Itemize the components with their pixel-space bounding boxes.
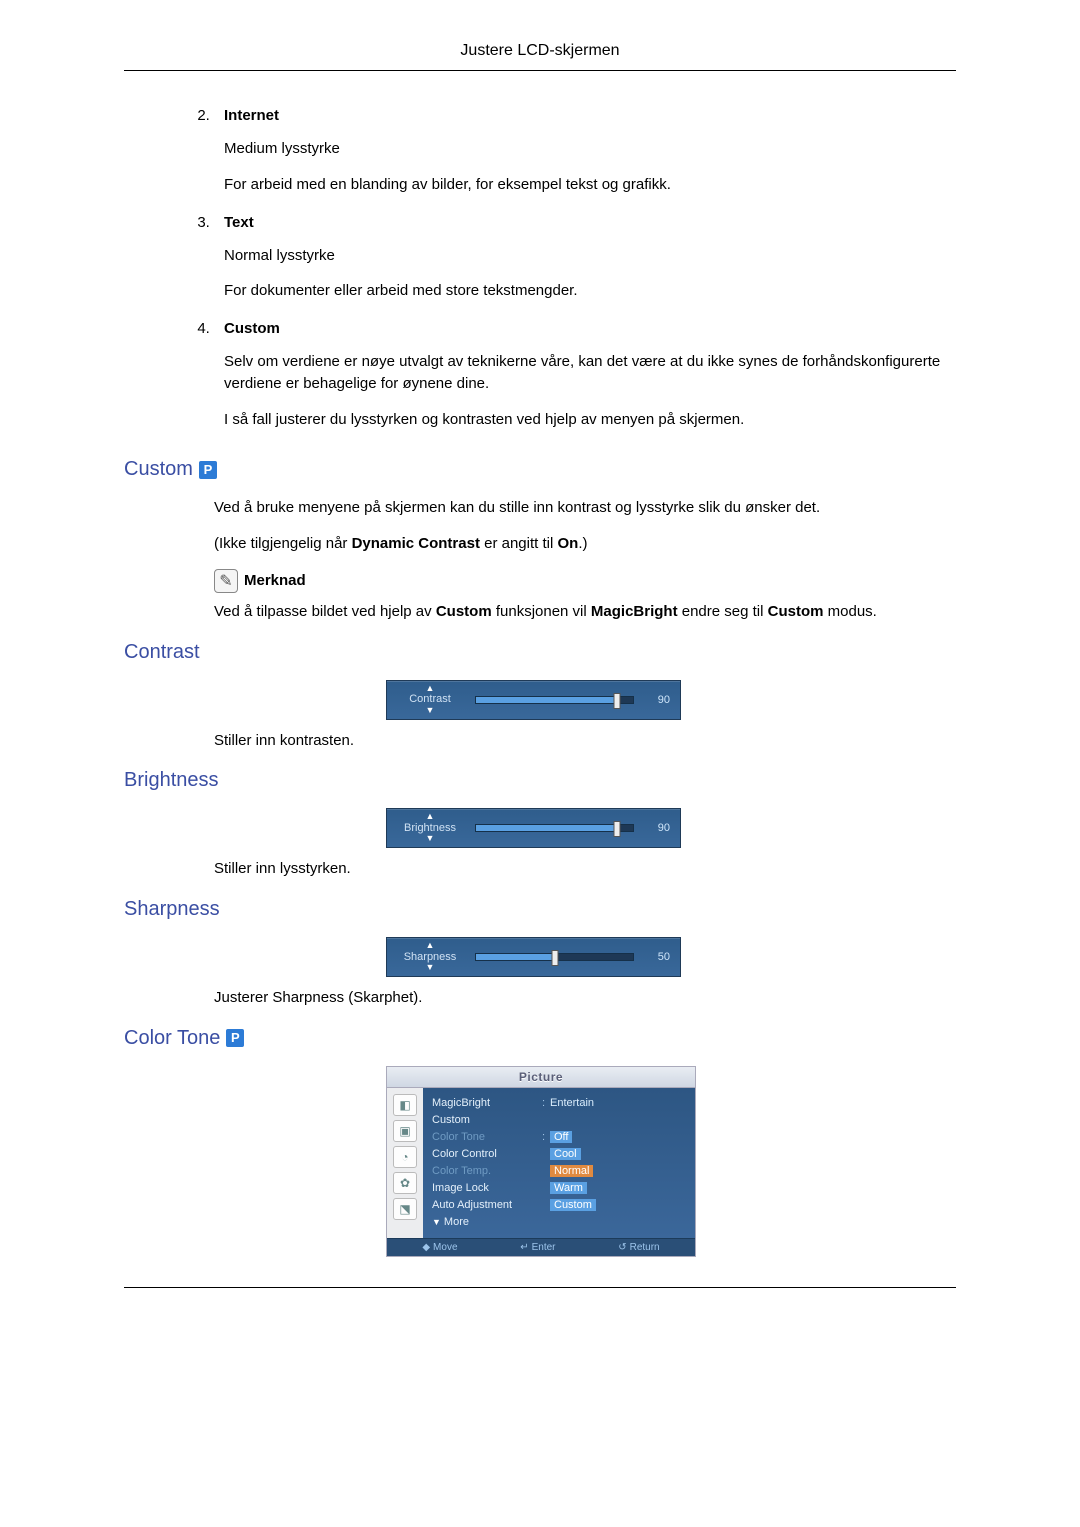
osd-hint-move: ◆ Move: [422, 1242, 457, 1253]
mode-summary: Normal lysstyrke: [224, 245, 956, 267]
up-arrow-icon: ▲: [395, 812, 465, 822]
menu-row-custom[interactable]: Custom: [432, 1112, 686, 1128]
brightness-osd: ▲ Brightness ▼ 90: [386, 808, 681, 848]
sharpness-desc: Justerer Sharpness (Skarphet).: [214, 987, 956, 1009]
p-badge-icon: P: [226, 1029, 244, 1047]
footer-divider: [124, 1287, 956, 1288]
contrast-osd: ▲ Contrast ▼ 90: [386, 680, 681, 720]
page-header: Justere LCD-skjermen: [124, 42, 956, 71]
mode-item-text: Text Normal lysstyrke For dokumenter ell…: [214, 214, 956, 303]
custom-desc-2: (Ikke tilgjengelig når Dynamic Contrast …: [214, 533, 956, 555]
slider-handle[interactable]: [614, 693, 621, 709]
mode-title: Internet: [224, 107, 279, 124]
mode-summary: Selv om verdiene er nøye utvalgt av tekn…: [224, 351, 956, 395]
picture-osd-menu: Picture ◧ ▣ ◔ ✿ ⬔ MagicBright: Entertain…: [386, 1066, 696, 1257]
menu-row-colortemp: Color Temp. Normal: [432, 1163, 686, 1179]
slider-track[interactable]: [475, 696, 634, 704]
note-label: Merknad: [244, 572, 306, 589]
up-arrow-icon: ▲: [395, 684, 465, 694]
mode-item-custom: Custom Selv om verdiene er nøye utvalgt …: [214, 320, 956, 430]
slider-value: 50: [644, 951, 670, 963]
mode-desc: For arbeid med en blanding av bilder, fo…: [224, 174, 956, 196]
down-arrow-icon: ▼: [395, 706, 465, 716]
menu-row-magicbright[interactable]: MagicBright: Entertain: [432, 1095, 686, 1111]
section-title-text: Color Tone: [124, 1027, 220, 1050]
menu-row-colorcontrol[interactable]: Color Control Cool: [432, 1146, 686, 1162]
slider-handle[interactable]: [614, 821, 621, 837]
section-custom-heading: Custom P: [124, 458, 956, 481]
menu-row-more[interactable]: ▼ More: [432, 1214, 686, 1230]
osd-label: ▲ Contrast ▼: [395, 684, 465, 716]
menu-row-colortone[interactable]: Color Tone: Off: [432, 1129, 686, 1145]
slider-value: 90: [644, 822, 670, 834]
mode-item-internet: Internet Medium lysstyrke For arbeid med…: [214, 107, 956, 196]
section-colortone-heading: Color Tone P: [124, 1027, 956, 1050]
section-title-text: Custom: [124, 458, 193, 481]
mode-desc: I så fall justerer du lysstyrken og kont…: [224, 409, 956, 431]
contrast-desc: Stiller inn kontrasten.: [214, 730, 956, 752]
section-contrast-heading: Contrast: [124, 641, 956, 664]
osd-tab-column: ◧ ▣ ◔ ✿ ⬔: [387, 1088, 423, 1238]
sharpness-osd: ▲ Sharpness ▼ 50: [386, 937, 681, 977]
section-sharpness-heading: Sharpness: [124, 898, 956, 921]
setup-tab-icon[interactable]: ◔: [393, 1146, 417, 1168]
osd-hint-enter: ↵ Enter: [520, 1242, 555, 1253]
osd-hint-return: ↺ Return: [618, 1242, 659, 1253]
brightness-desc: Stiller inn lysstyrken.: [214, 858, 956, 880]
mode-summary: Medium lysstyrke: [224, 138, 956, 160]
up-arrow-icon: ▲: [395, 941, 465, 951]
osd-footer: ◆ Move ↵ Enter ↺ Return: [387, 1238, 695, 1256]
slider-track[interactable]: [475, 953, 634, 961]
settings-tab-icon[interactable]: ✿: [393, 1172, 417, 1194]
mode-title: Custom: [224, 320, 280, 337]
note-icon: ✎: [214, 569, 238, 593]
osd-menu-title: Picture: [387, 1067, 695, 1088]
custom-desc-1: Ved å bruke menyene på skjermen kan du s…: [214, 497, 956, 519]
slider-handle[interactable]: [551, 950, 558, 966]
down-arrow-icon: ▼: [395, 963, 465, 973]
menu-row-autoadjustment[interactable]: Auto Adjustment Custom: [432, 1197, 686, 1213]
down-arrow-icon: ▼: [432, 1217, 441, 1227]
mode-list: Internet Medium lysstyrke For arbeid med…: [214, 107, 956, 430]
menu-row-imagelock[interactable]: Image Lock Warm: [432, 1180, 686, 1196]
slider-track[interactable]: [475, 824, 634, 832]
osd-label: ▲ Sharpness ▼: [395, 941, 465, 973]
custom-note-text: Ved å tilpasse bildet ved hjelp av Custo…: [214, 601, 956, 623]
mode-desc: For dokumenter eller arbeid med store te…: [224, 280, 956, 302]
section-brightness-heading: Brightness: [124, 769, 956, 792]
mode-title: Text: [224, 214, 254, 231]
p-badge-icon: P: [199, 461, 217, 479]
info-tab-icon[interactable]: ⬔: [393, 1198, 417, 1220]
osd-label: ▲ Brightness ▼: [395, 812, 465, 844]
picture-tab-icon[interactable]: ◧: [393, 1094, 417, 1116]
down-arrow-icon: ▼: [395, 834, 465, 844]
slider-value: 90: [644, 694, 670, 706]
input-tab-icon[interactable]: ▣: [393, 1120, 417, 1142]
